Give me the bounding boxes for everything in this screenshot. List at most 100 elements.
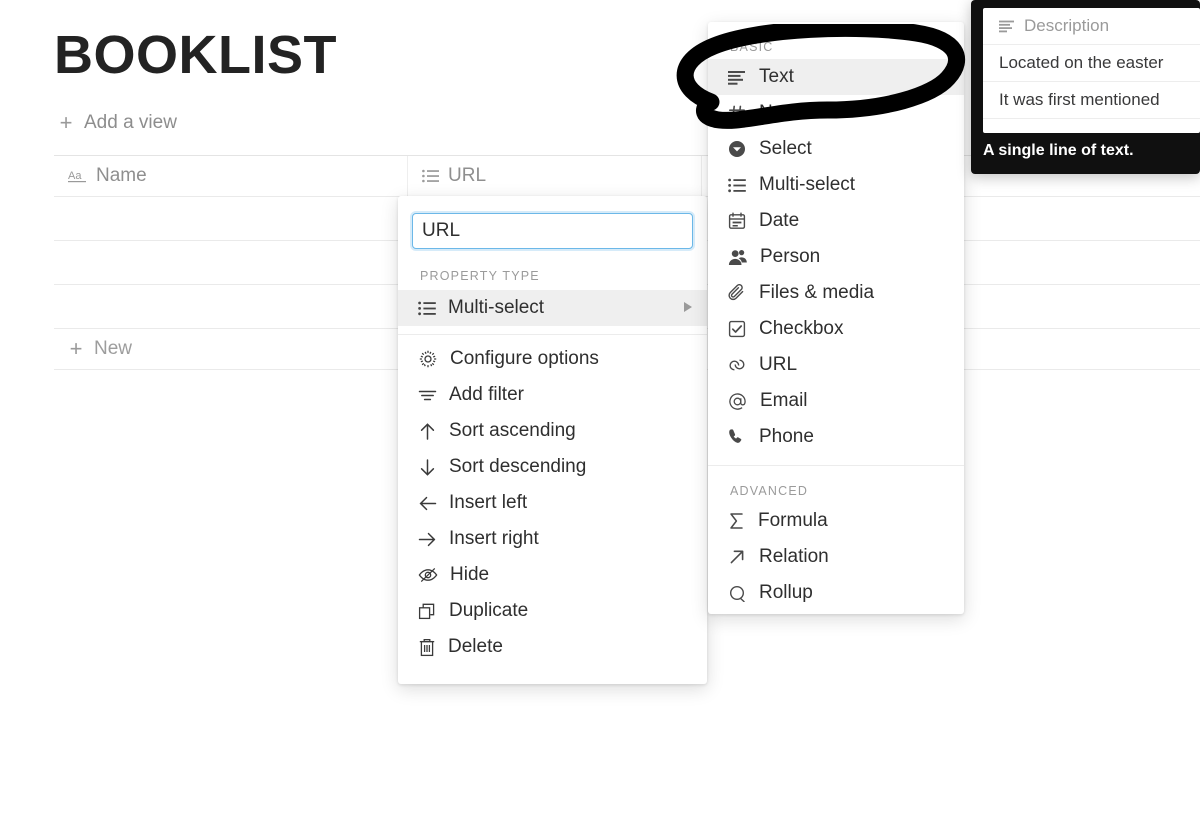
sort-descending-label: Sort descending [449, 456, 587, 477]
sort-ascending-label: Sort ascending [449, 420, 576, 441]
column-header-name-label: Name [96, 165, 147, 186]
link-icon [728, 357, 746, 373]
phone-icon [728, 428, 746, 446]
insert-right-label: Insert right [449, 528, 539, 549]
hide-item[interactable]: Hide [398, 557, 707, 593]
cell-name[interactable] [54, 197, 408, 240]
hide-label: Hide [450, 564, 490, 585]
number-hash-icon [728, 105, 746, 121]
type-item-url[interactable]: URL [708, 347, 964, 383]
caret-right-icon [683, 301, 693, 315]
type-item-person-label: Person [760, 246, 821, 267]
type-item-files-media[interactable]: Files & media [708, 275, 964, 311]
checkbox-icon [728, 320, 746, 338]
type-item-files-media-label: Files & media [759, 282, 875, 303]
type-item-rollup[interactable]: Rollup [708, 575, 964, 611]
multi-select-list-icon [728, 178, 746, 193]
property-type-current-label: Multi-select [448, 297, 545, 318]
add-view-label: Add a view [84, 112, 177, 133]
advanced-section-label: ADVANCED [730, 484, 809, 498]
cell-name[interactable] [54, 241, 408, 284]
type-item-formula-label: Formula [758, 510, 828, 531]
column-header-name[interactable]: Aa Name [54, 156, 408, 196]
paperclip-icon [728, 284, 746, 302]
type-item-relation[interactable]: Relation [708, 539, 964, 575]
gear-icon [418, 349, 438, 369]
column-header-url-label: URL [448, 165, 487, 186]
rollup-icon [728, 584, 746, 602]
configure-options-item[interactable]: Configure options [398, 341, 707, 377]
type-item-formula[interactable]: Formula [708, 503, 964, 539]
calendar-icon [728, 212, 746, 230]
arrow-left-icon [418, 494, 437, 513]
type-item-checkbox[interactable]: Checkbox [708, 311, 964, 347]
arrow-down-icon [418, 458, 437, 477]
sort-descending-item[interactable]: Sort descending [398, 449, 707, 485]
property-name-input[interactable] [412, 213, 693, 249]
arrow-up-right-icon [728, 548, 746, 566]
type-item-text[interactable]: Text [708, 59, 964, 95]
delete-label: Delete [448, 636, 503, 657]
type-item-url-label: URL [759, 354, 798, 375]
basic-section-label: BASIC [730, 40, 774, 54]
insert-right-item[interactable]: Insert right [398, 521, 707, 557]
tooltip-caption: A single line of text. [983, 142, 1134, 159]
tooltip-preview-row: Located on the easter [983, 45, 1200, 82]
sort-ascending-item[interactable]: Sort ascending [398, 413, 707, 449]
property-actions-group: Configure options Add filter Sort ascend… [398, 341, 707, 665]
add-filter-label: Add filter [449, 384, 524, 405]
type-item-date-label: Date [759, 210, 800, 231]
type-item-multi-select-label: Multi-select [759, 174, 856, 195]
property-type-current[interactable]: Multi-select [398, 290, 707, 326]
type-item-number[interactable]: Number [708, 95, 964, 131]
type-item-select-label: Select [759, 138, 812, 159]
add-filter-item[interactable]: Add filter [398, 377, 707, 413]
trash-icon [418, 638, 436, 657]
select-circle-icon [728, 140, 746, 158]
column-header-url[interactable]: URL [408, 156, 702, 196]
duplicate-label: Duplicate [449, 600, 529, 621]
type-preview-tooltip: Description Located on the easter It was… [971, 0, 1200, 174]
multi-select-list-icon [422, 169, 439, 183]
type-item-phone[interactable]: Phone [708, 419, 964, 455]
type-item-person[interactable]: Person [708, 239, 964, 275]
property-menu-popup: PROPERTY TYPE Multi-select [398, 196, 707, 684]
plus-icon: + [59, 110, 73, 135]
property-type-submenu: BASIC Text Number Select Multi-select Da… [708, 22, 964, 614]
sigma-icon [728, 512, 745, 530]
delete-item[interactable]: Delete [398, 629, 707, 665]
type-item-phone-label: Phone [759, 426, 814, 447]
type-item-rollup-label: Rollup [759, 582, 813, 603]
configure-options-label: Configure options [450, 348, 599, 369]
property-name-input-wrap [398, 196, 707, 249]
text-lines-icon [999, 20, 1015, 33]
type-item-multi-select[interactable]: Multi-select [708, 167, 964, 203]
type-item-date[interactable]: Date [708, 203, 964, 239]
type-item-select[interactable]: Select [708, 131, 964, 167]
new-row-label: New [94, 338, 133, 359]
type-item-email[interactable]: Email [708, 383, 964, 419]
svg-text:Aa: Aa [68, 170, 82, 182]
arrow-right-icon [418, 530, 437, 549]
title-aa-icon: Aa [68, 168, 87, 185]
arrow-up-icon [418, 422, 437, 441]
app-screen: BOOKLIST + Add a view Aa Name URL + New … [0, 0, 1200, 840]
duplicate-item[interactable]: Duplicate [398, 593, 707, 629]
eye-slash-icon [418, 567, 438, 583]
insert-left-item[interactable]: Insert left [398, 485, 707, 521]
tooltip-preview-header-row: Description [983, 8, 1200, 45]
type-item-number-label: Number [759, 102, 827, 123]
duplicate-icon [418, 602, 437, 621]
property-type-section-label: PROPERTY TYPE [420, 269, 540, 283]
tooltip-preview-row: It was first mentioned [983, 82, 1200, 119]
type-item-email-label: Email [760, 390, 808, 411]
new-row-cell[interactable]: + New [54, 329, 132, 369]
cell-name[interactable] [54, 285, 408, 328]
text-lines-icon [728, 70, 746, 85]
add-view-button[interactable]: + Add a view [58, 112, 177, 134]
menu-divider [398, 334, 707, 335]
type-item-relation-label: Relation [759, 546, 829, 567]
tooltip-preview-header-label: Description [1024, 16, 1110, 35]
person-icon [728, 249, 747, 266]
type-item-checkbox-label: Checkbox [759, 318, 844, 339]
